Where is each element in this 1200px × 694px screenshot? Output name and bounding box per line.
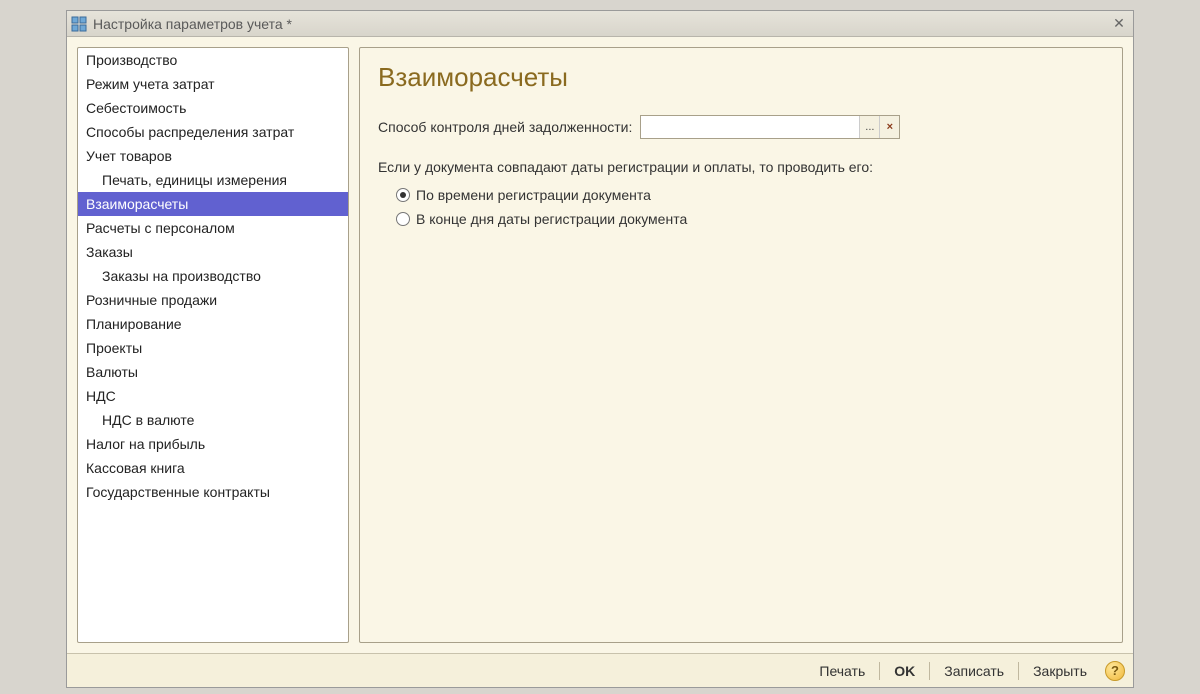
sidebar-item-income-tax[interactable]: Налог на прибыль [78,432,348,456]
sidebar-item-goods-accounting[interactable]: Учет товаров [78,144,348,168]
help-icon[interactable]: ? [1105,661,1125,681]
close-button[interactable]: Закрыть [1023,660,1097,682]
clear-button[interactable]: × [879,116,899,138]
window-title: Настройка параметров учета * [93,16,1109,32]
sidebar-item-cost-price[interactable]: Себестоимость [78,96,348,120]
separator [1018,662,1019,680]
info-text: Если у документа совпадают даты регистра… [378,159,1104,175]
page-title: Взаиморасчеты [378,62,1104,93]
radio-by-registration-time[interactable] [396,188,410,202]
sidebar-item-vat[interactable]: НДС [78,384,348,408]
sidebar-item-orders[interactable]: Заказы [78,240,348,264]
sidebar-item-vat-currency[interactable]: НДС в валюте [78,408,348,432]
debt-control-row: Способ контроля дней задолженности: ... … [378,115,1104,139]
ok-button[interactable]: OK [884,660,925,682]
body-area: Производство Режим учета затрат Себестои… [67,37,1133,653]
radio-label-1: По времени регистрации документа [416,187,651,203]
select-button[interactable]: ... [859,116,879,138]
settings-window: Настройка параметров учета * ✕ Производс… [66,10,1134,688]
sidebar-item-projects[interactable]: Проекты [78,336,348,360]
sidebar-item-gov-contracts[interactable]: Государственные контракты [78,480,348,504]
sidebar-item-currencies[interactable]: Валюты [78,360,348,384]
radio-end-of-day[interactable] [396,212,410,226]
debt-control-input[interactable] [641,116,859,138]
radio-label-2: В конце дня даты регистрации документа [416,211,687,227]
debt-control-input-group: ... × [640,115,900,139]
radio-row-end-of-day[interactable]: В конце дня даты регистрации документа [396,211,1104,227]
sidebar-item-planning[interactable]: Планирование [78,312,348,336]
sidebar-item-cash-book[interactable]: Кассовая книга [78,456,348,480]
separator [879,662,880,680]
sidebar-item-cost-distribution[interactable]: Способы распределения затрат [78,120,348,144]
close-icon[interactable]: ✕ [1109,15,1129,33]
sidebar-item-production[interactable]: Производство [78,48,348,72]
footer: Печать OK Записать Закрыть ? [67,653,1133,687]
save-button[interactable]: Записать [934,660,1014,682]
debt-control-label: Способ контроля дней задолженности: [378,119,632,135]
separator [929,662,930,680]
sidebar-item-retail-sales[interactable]: Розничные продажи [78,288,348,312]
titlebar: Настройка параметров учета * ✕ [67,11,1133,37]
sidebar-item-personnel-settlements[interactable]: Расчеты с персоналом [78,216,348,240]
print-button[interactable]: Печать [809,660,875,682]
sidebar-item-cost-mode[interactable]: Режим учета затрат [78,72,348,96]
radio-group: По времени регистрации документа В конце… [378,187,1104,227]
sidebar: Производство Режим учета затрат Себестои… [77,47,349,643]
sidebar-item-print-units[interactable]: Печать, единицы измерения [78,168,348,192]
app-icon [71,16,87,32]
radio-row-by-registration-time[interactable]: По времени регистрации документа [396,187,1104,203]
sidebar-item-production-orders[interactable]: Заказы на производство [78,264,348,288]
main-panel: Взаиморасчеты Способ контроля дней задол… [359,47,1123,643]
sidebar-item-mutual-settlements[interactable]: Взаиморасчеты [78,192,348,216]
